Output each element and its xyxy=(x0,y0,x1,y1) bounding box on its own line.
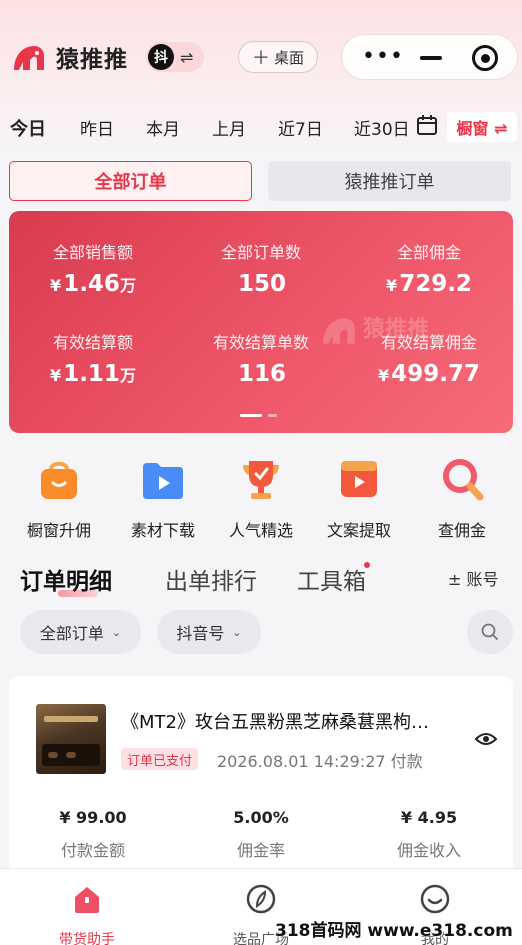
calendar-icon[interactable] xyxy=(416,114,438,136)
stat-valid-settlement: 有效结算额 ¥1.11万 xyxy=(9,329,177,387)
app-header: 猿推推 抖 ⇌ ＋ 桌面 ••• xyxy=(0,0,522,108)
search-icon xyxy=(481,623,498,640)
ape-logo-icon xyxy=(14,46,44,70)
tab-last-7-days[interactable]: 近7日 xyxy=(278,115,323,140)
tool-showcase-commission[interactable]: 橱窗升佣 xyxy=(7,455,111,541)
chevron-down-icon: ⌄ xyxy=(232,625,242,639)
metric-value: ¥ 99.00 xyxy=(59,808,127,827)
minimize-icon[interactable] xyxy=(420,56,442,60)
all-orders-button[interactable]: 全部订单 xyxy=(9,161,252,201)
tool-label: 文案提取 xyxy=(326,521,391,540)
account-filter-dropdown[interactable]: 抖音号 ⌄ xyxy=(157,610,261,654)
stat-label: 全部佣金 xyxy=(396,243,461,262)
tab-order-ranking[interactable]: 出单排行 xyxy=(165,562,257,596)
smile-icon xyxy=(420,884,450,914)
tab-last-month[interactable]: 上月 xyxy=(212,115,246,140)
video-text-icon xyxy=(341,461,377,497)
site-watermark: 318首码网 www.e318.com xyxy=(275,921,513,941)
metric-value: 5.00% xyxy=(233,808,289,827)
swap-icon: ⇌ xyxy=(180,47,194,67)
plus-icon: ＋ xyxy=(251,48,270,69)
order-card[interactable]: 《MT2》玫台五黑粉黑芝麻桑葚黑枸… 订单已支付 2026.08.01 14:2… xyxy=(9,676,513,876)
metric-value: ¥ 4.95 xyxy=(400,808,458,827)
tool-check-commission[interactable]: 查佣金 xyxy=(410,455,514,541)
eye-icon[interactable] xyxy=(475,728,497,750)
payment-time: 2026.08.01 14:29:27 付款 xyxy=(217,752,423,771)
metric-commission-income: ¥ 4.95 佣金收入 xyxy=(345,808,513,861)
tool-label: 查佣金 xyxy=(437,521,486,540)
tab-toolbox[interactable]: 工具箱 xyxy=(297,562,366,596)
stat-value: ¥729.2 xyxy=(386,271,472,297)
metric-label: 佣金收入 xyxy=(396,841,461,860)
stat-value: ¥1.46万 xyxy=(50,271,136,297)
date-range-tabs: 今日 昨日 本月 上月 近7日 近30日 橱窗 ⇌ xyxy=(0,108,522,148)
stat-value: ¥1.11万 xyxy=(50,361,136,387)
tab-last-30-days[interactable]: 近30日 xyxy=(354,115,410,140)
account-button[interactable]: ± 账号 xyxy=(448,566,499,590)
ytt-orders-button[interactable]: 猿推推订单 xyxy=(268,161,511,201)
search-button[interactable] xyxy=(467,610,513,654)
stat-label: 全部销售额 xyxy=(52,243,133,262)
tool-label: 人气精选 xyxy=(228,521,293,540)
tool-popular-picks[interactable]: 人气精选 xyxy=(209,455,313,541)
filter-bar: 全部订单 ⌄ 抖音号 ⌄ xyxy=(0,610,522,656)
tool-grid: 橱窗升佣 素材下载 人气精选 文案提取 查佣金 xyxy=(0,455,522,545)
stat-total-sales: 全部销售额 ¥1.46万 xyxy=(9,239,177,297)
close-target-icon[interactable] xyxy=(472,45,498,71)
stat-value: 150 xyxy=(237,271,286,297)
stat-value: ¥499.77 xyxy=(378,361,480,387)
more-icon[interactable]: ••• xyxy=(362,46,404,68)
brand-name: 猿推推 xyxy=(56,47,128,73)
miniprogram-capsule: ••• xyxy=(341,34,518,80)
chevron-down-icon: ⌄ xyxy=(111,625,122,639)
stat-label: 有效结算额 xyxy=(52,333,133,352)
trophy-icon xyxy=(243,461,279,499)
metric-payment-amount: ¥ 99.00 付款金额 xyxy=(9,808,177,861)
tab-today[interactable]: 今日 xyxy=(10,115,46,141)
section-tabs: 订单明细 出单排行 工具箱 xyxy=(0,558,522,602)
douyin-icon: 抖 xyxy=(148,44,174,70)
order-filter-label: 全部订单 xyxy=(39,624,104,643)
shopping-bag-icon xyxy=(41,461,77,499)
tab-order-details[interactable]: 订单明细 xyxy=(20,562,112,596)
stats-carousel[interactable]: 猿推推 全部销售额 ¥1.46万 全部订单数 150 全部佣金 ¥729.2 有… xyxy=(9,211,513,433)
notification-dot xyxy=(364,562,370,568)
product-thumbnail xyxy=(36,704,106,774)
metric-commission-rate: 5.00% 佣金率 xyxy=(177,808,345,861)
folder-play-icon xyxy=(143,463,183,499)
tab-sales-assistant[interactable]: 带货助手 xyxy=(0,883,174,945)
carousel-indicator xyxy=(240,402,277,421)
status-badge: 订单已支付 xyxy=(121,748,199,770)
desktop-label: 桌面 xyxy=(273,48,304,67)
account-filter-label: 抖音号 xyxy=(176,624,225,643)
showcase-switch-button[interactable]: 橱窗 ⇌ xyxy=(447,112,517,142)
order-source-switch: 全部订单 猿推推订单 xyxy=(9,161,513,201)
metric-label: 佣金率 xyxy=(236,841,285,860)
tool-material-download[interactable]: 素材下载 xyxy=(111,455,215,541)
platform-switch[interactable]: 抖 ⇌ xyxy=(146,42,204,72)
tool-label: 素材下载 xyxy=(130,521,195,540)
stat-label: 全部订单数 xyxy=(220,243,301,262)
stat-total-orders: 全部订单数 150 xyxy=(177,239,345,297)
stat-total-commission: 全部佣金 ¥729.2 xyxy=(345,239,513,297)
stat-label: 有效结算佣金 xyxy=(380,333,477,352)
magnifier-icon xyxy=(443,459,484,501)
tab-label: 带货助手 xyxy=(59,932,115,945)
tool-label: 橱窗升佣 xyxy=(26,521,91,540)
add-to-desktop-button[interactable]: ＋ 桌面 xyxy=(238,41,318,73)
stat-valid-settlement-commission: 有效结算佣金 ¥499.77 xyxy=(345,329,513,387)
tool-copy-extract[interactable]: 文案提取 xyxy=(307,455,411,541)
stat-label: 有效结算单数 xyxy=(212,333,309,352)
tab-yesterday[interactable]: 昨日 xyxy=(80,115,114,140)
tab-this-month[interactable]: 本月 xyxy=(146,115,180,140)
stat-valid-settlement-count: 有效结算单数 116 xyxy=(177,329,345,387)
compass-icon xyxy=(246,884,276,914)
home-icon xyxy=(75,887,99,913)
product-title: 《MT2》玫台五黑粉黑芝麻桑葚黑枸… xyxy=(121,712,429,733)
metric-label: 付款金额 xyxy=(60,841,125,860)
order-filter-dropdown[interactable]: 全部订单 ⌄ xyxy=(20,610,141,654)
stat-value: 116 xyxy=(237,361,286,387)
